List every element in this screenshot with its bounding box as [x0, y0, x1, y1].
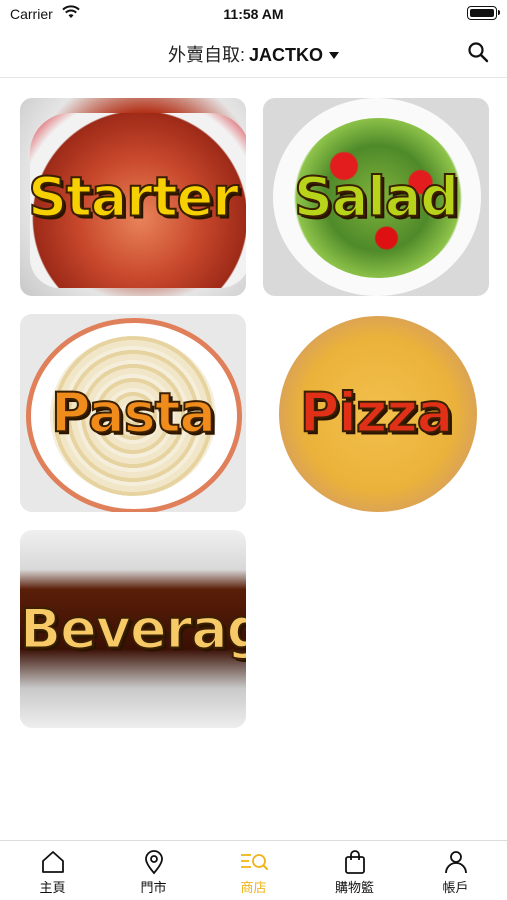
user-icon	[444, 851, 467, 874]
tab-home[interactable]: 主頁	[2, 841, 103, 900]
shop-menu-icon	[240, 854, 268, 870]
location-pin-icon	[144, 850, 163, 875]
store-name: JACTKO	[249, 45, 324, 65]
clock: 11:58 AM	[223, 6, 284, 22]
tab-stores-label: 門市	[140, 880, 167, 895]
category-label-salad: Salad	[293, 165, 460, 230]
tab-account[interactable]: 帳戶	[405, 841, 506, 900]
category-label-starter: Starter	[27, 165, 240, 230]
category-tile-salad[interactable]: Salad	[263, 98, 489, 296]
tab-shop[interactable]: 商店	[203, 841, 304, 900]
tab-basket[interactable]: 購物籃	[304, 841, 405, 900]
bottom-tab-bar: 主頁 門市 商店 購物籃 帳戶	[0, 840, 507, 900]
home-icon	[41, 851, 64, 873]
caret-down-icon	[329, 52, 340, 59]
status-bar: Carrier 11:58 AM	[0, 0, 507, 28]
category-label-pasta: Pasta	[50, 381, 217, 446]
search-icon[interactable]	[467, 41, 489, 63]
category-label-pizza: Pizza	[299, 381, 454, 446]
tab-stores[interactable]: 門市	[103, 841, 204, 900]
tab-shop-label: 商店	[240, 880, 267, 895]
category-label-beverage: Beverage	[20, 597, 246, 662]
category-tile-beverage[interactable]: Beverage	[20, 530, 246, 728]
tab-basket-label: 購物籃	[334, 880, 374, 895]
store-selector[interactable]: 外賣自取: JACTKO	[0, 41, 507, 67]
battery-icon	[467, 6, 500, 20]
top-header: 外賣自取: JACTKO	[0, 28, 507, 78]
tab-home-label: 主頁	[39, 880, 66, 895]
order-mode-label: 外賣自取:	[167, 45, 245, 65]
category-tile-pizza[interactable]: Pizza	[263, 314, 489, 512]
category-tile-pasta[interactable]: Pasta	[20, 314, 246, 512]
category-tile-starter[interactable]: Starter	[20, 98, 246, 296]
tab-account-label: 帳戶	[442, 880, 469, 895]
shopping-bag-icon	[344, 850, 365, 874]
